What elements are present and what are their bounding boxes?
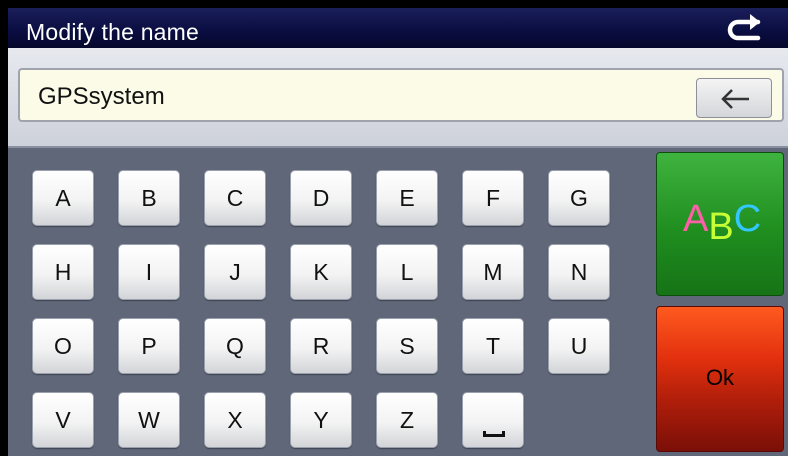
name-input-value: GPSsystem [38,83,165,110]
key-y[interactable]: Y [290,392,352,448]
key-r[interactable]: R [290,318,352,374]
key-p[interactable]: P [118,318,180,374]
key-m[interactable]: M [462,244,524,300]
key-j[interactable]: J [204,244,266,300]
key-b[interactable]: B [118,170,180,226]
abc-mode-icon: ABC [683,198,762,247]
key-q[interactable]: Q [204,318,266,374]
title-bar: Modify the name [8,8,788,48]
ok-button[interactable]: Ok [656,306,784,452]
key-d[interactable]: D [290,170,352,226]
key-l[interactable]: L [376,244,438,300]
abc-letter-c: C [733,198,762,240]
input-panel: GPSsystem [8,48,788,148]
ok-label: Ok [705,365,735,390]
back-button[interactable] [724,12,764,46]
key-x[interactable]: X [204,392,266,448]
key-space[interactable] [462,392,524,448]
key-g[interactable]: G [548,170,610,226]
device-frame: Modify the name GPSsystem A B C D E F G … [0,0,788,456]
key-z[interactable]: Z [376,392,438,448]
key-v[interactable]: V [32,392,94,448]
page-title: Modify the name [26,19,200,45]
backspace-button[interactable] [696,78,772,118]
key-s[interactable]: S [376,318,438,374]
key-e[interactable]: E [376,170,438,226]
key-c[interactable]: C [204,170,266,226]
key-t[interactable]: T [462,318,524,374]
left-arrow-icon [721,89,749,109]
return-arrow-icon [727,14,761,41]
key-h[interactable]: H [32,244,94,300]
screen: Modify the name GPSsystem A B C D E F G … [8,8,788,456]
key-u[interactable]: U [548,318,610,374]
key-i[interactable]: I [118,244,180,300]
abc-letter-b: B [708,206,734,248]
key-a[interactable]: A [32,170,94,226]
space-bar-icon [483,431,505,437]
key-o[interactable]: O [32,318,94,374]
abc-letter-a: A [683,198,709,240]
name-input[interactable]: GPSsystem [18,68,784,122]
key-f[interactable]: F [462,170,524,226]
key-k[interactable]: K [290,244,352,300]
key-w[interactable]: W [118,392,180,448]
input-mode-button[interactable]: ABC [656,152,784,296]
key-n[interactable]: N [548,244,610,300]
